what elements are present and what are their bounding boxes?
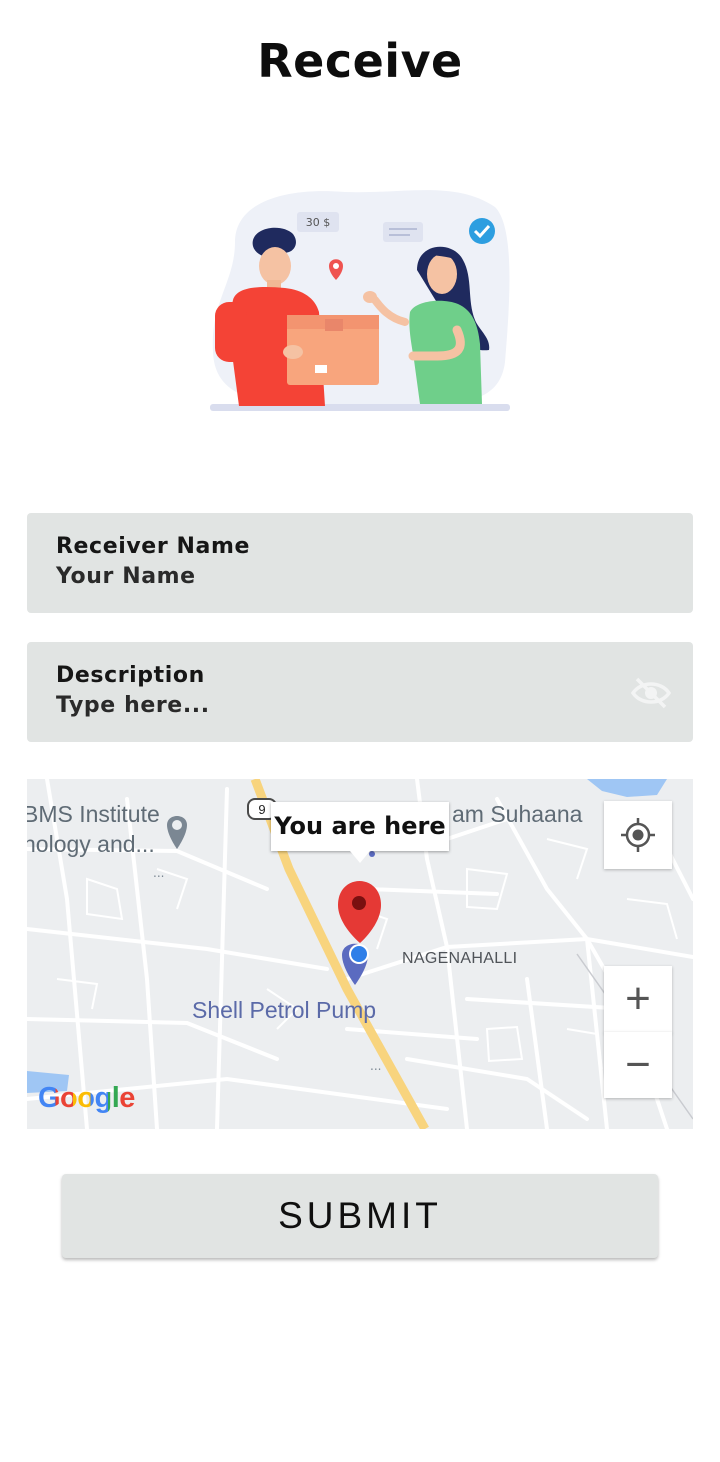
map-area-label: NAGENAHALLI	[402, 950, 518, 967]
description-field[interactable]: Description Type here...	[27, 642, 693, 742]
description-input[interactable]: Type here...	[56, 691, 693, 721]
description-label: Description	[56, 663, 205, 688]
zoom-out-button[interactable]: −	[604, 1032, 672, 1098]
delivery-illustration: 30 $	[210, 190, 510, 411]
price-tag-text: 30 $	[306, 216, 331, 229]
plus-icon: +	[625, 974, 651, 1023]
svg-text:...: ...	[153, 866, 164, 880]
submit-button[interactable]: SUBMIT	[62, 1174, 658, 1258]
road-shield-number: 9	[258, 802, 265, 817]
google-logo: Google	[38, 1082, 135, 1114]
location-map[interactable]: 9 ... ... BMS Institute nology and... am…	[27, 779, 693, 1129]
minus-icon: −	[625, 1040, 651, 1089]
zoom-in-button[interactable]: +	[604, 966, 672, 1033]
receiver-name-field[interactable]: Receiver Name Your Name	[27, 513, 693, 613]
map-poi-bms-institute: BMS Institute nology and...	[27, 801, 160, 857]
receiver-name-input[interactable]: Your Name	[56, 562, 693, 592]
map-place-shell-petrol-pump[interactable]: Shell Petrol Pump	[192, 997, 376, 1024]
visibility-off-icon[interactable]	[631, 676, 671, 710]
svg-text:...: ...	[370, 1059, 381, 1073]
my-location-icon	[621, 818, 655, 852]
marker-info-window: You are here	[271, 802, 449, 863]
my-location-button[interactable]	[604, 801, 672, 869]
receiver-name-label: Receiver Name	[56, 534, 251, 559]
map-poi-suhaana: am Suhaana	[452, 801, 583, 827]
page-title: Receive	[257, 34, 463, 88]
